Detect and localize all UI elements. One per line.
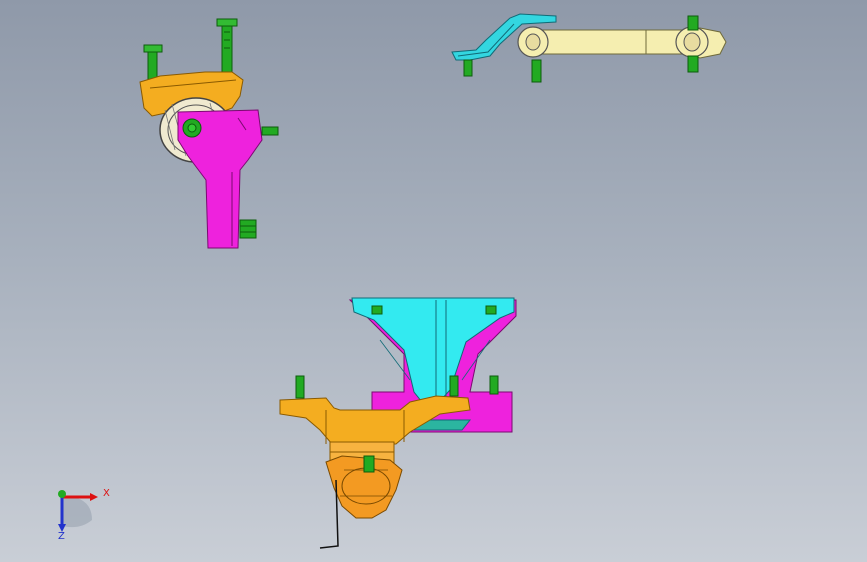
coordinate-triad [58, 490, 98, 532]
mount-bolt-tall [216, 18, 238, 75]
transmission-mount-assembly[interactable] [279, 297, 517, 549]
triad-z-label: Z [58, 531, 65, 542]
cad-viewport[interactable]: X Z [0, 0, 867, 562]
mount-bolt-short [143, 44, 163, 81]
torque-rod[interactable] [451, 13, 727, 83]
model-canvas[interactable] [0, 0, 867, 562]
left-engine-mount[interactable] [139, 18, 279, 249]
triad-x-label: X [103, 488, 110, 499]
